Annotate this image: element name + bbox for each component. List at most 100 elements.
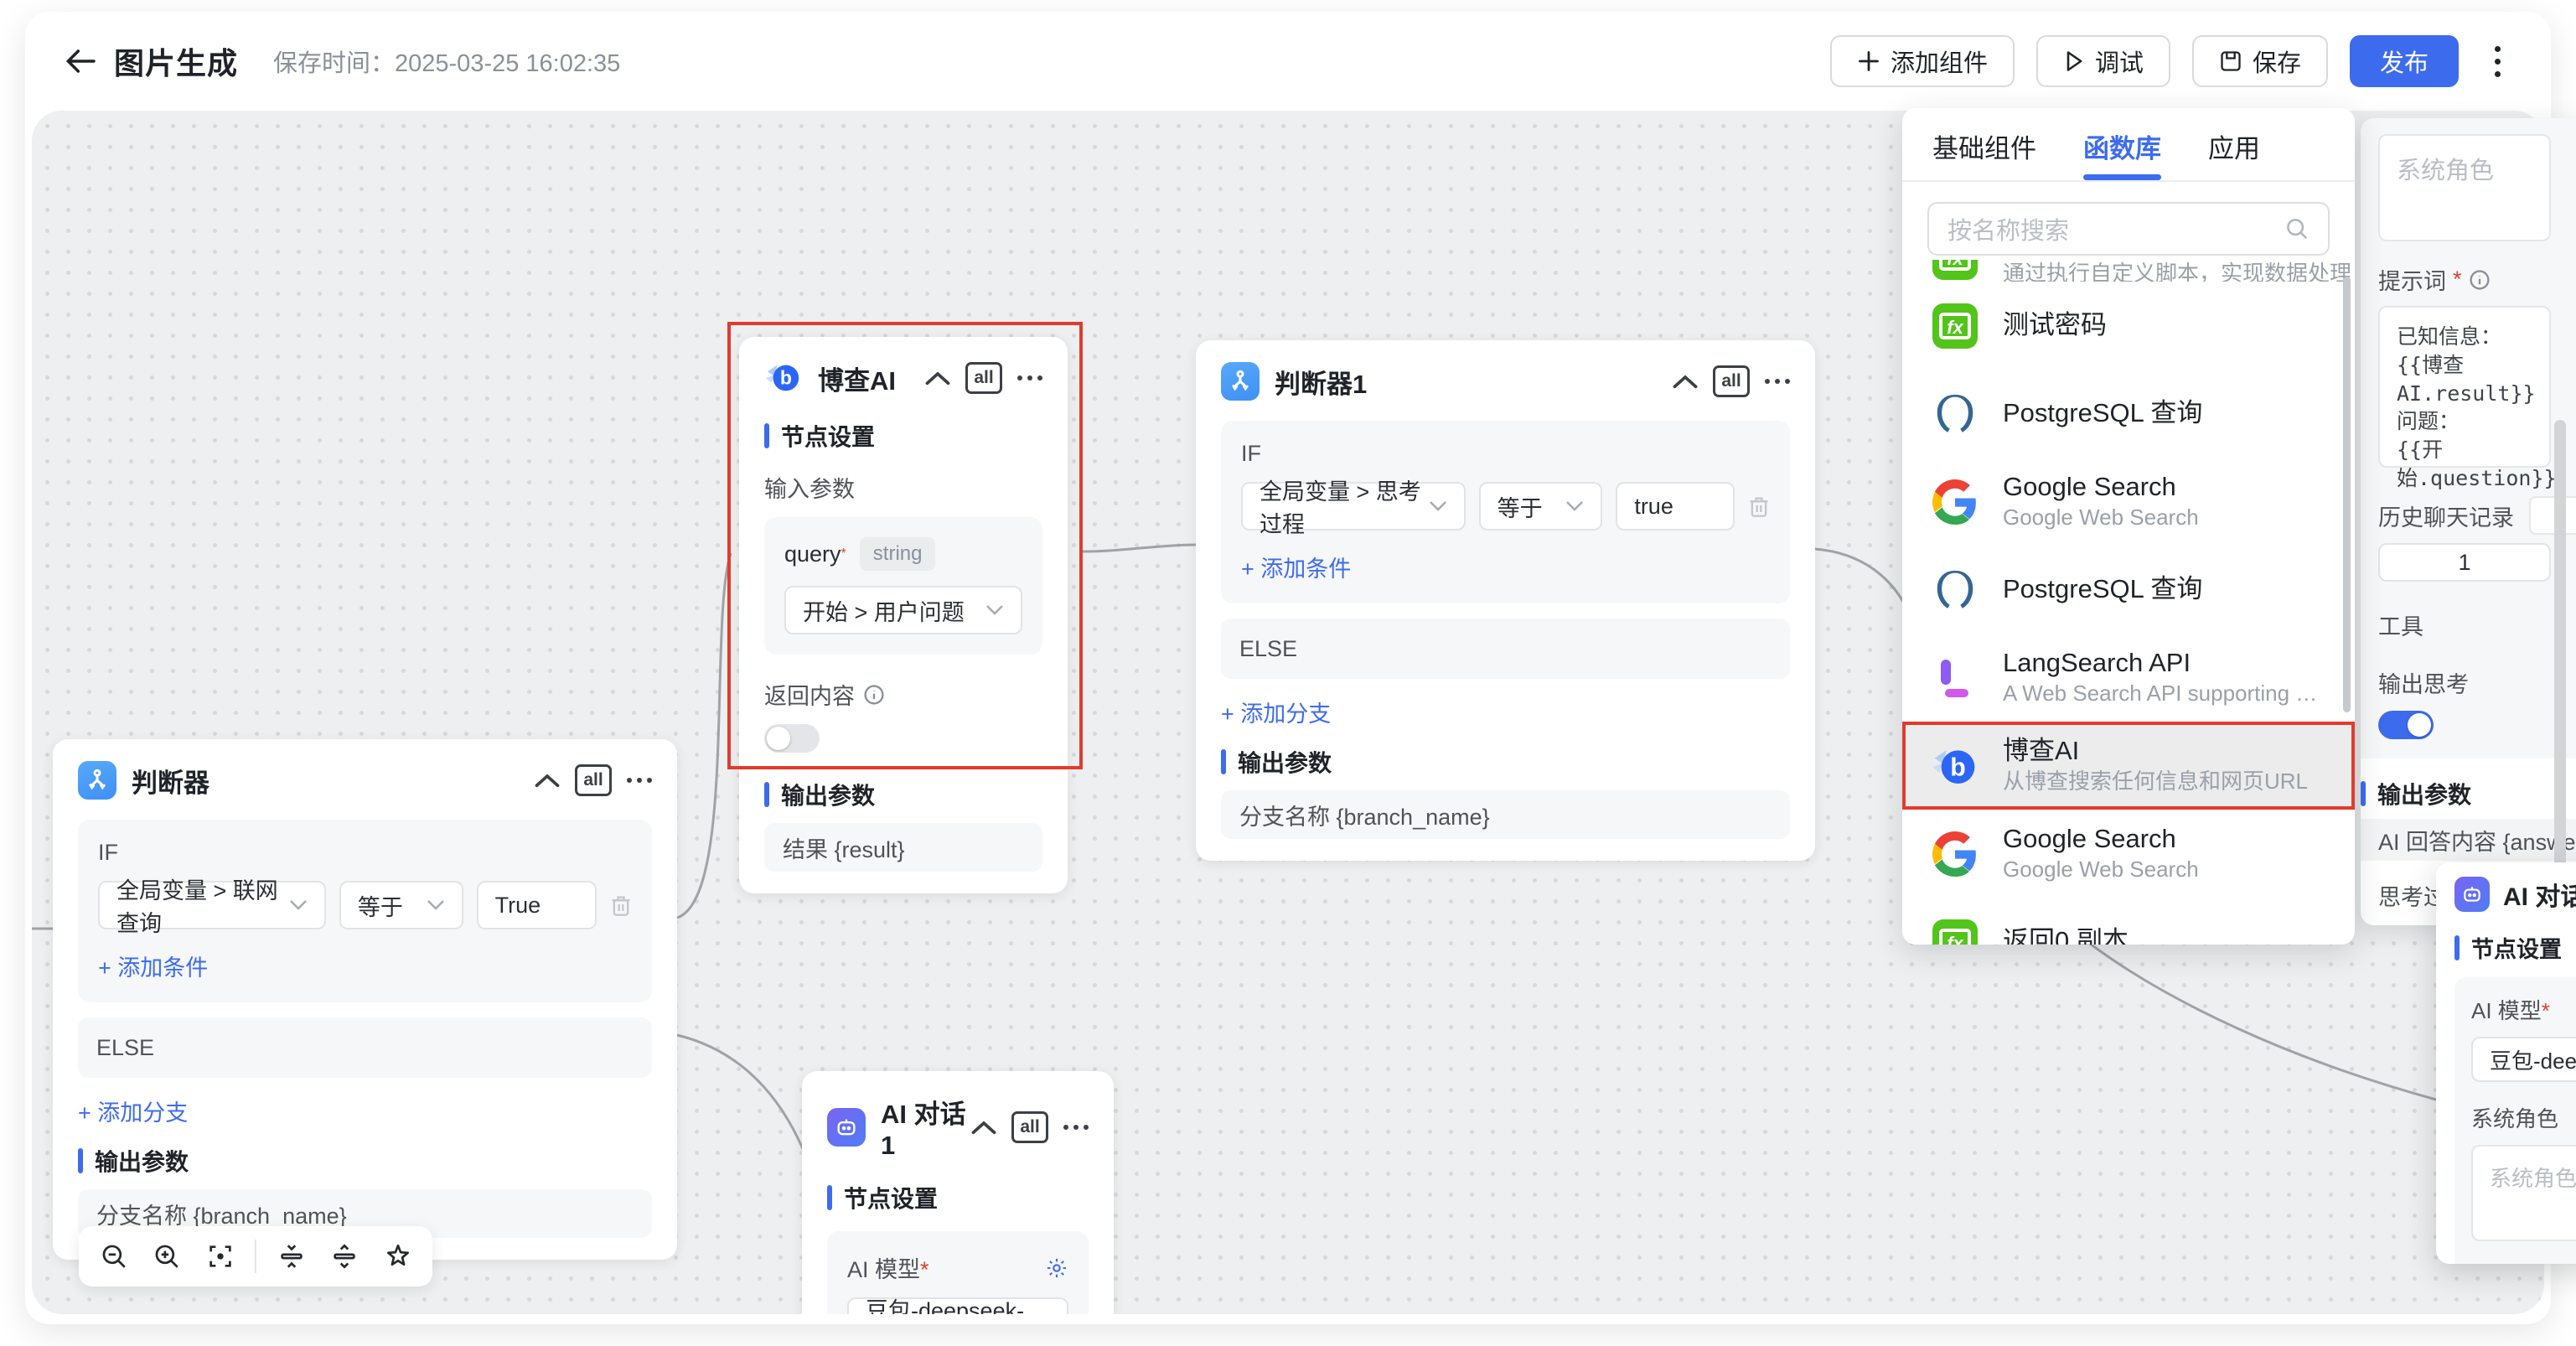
properties-scrollbar[interactable] [2554, 420, 2566, 923]
library-scrollbar[interactable] [2343, 277, 2351, 712]
library-item[interactable]: fx返回0 副本 [1902, 898, 2355, 945]
library-item[interactable]: b博查AI从博查搜索任何信息和网页URL [1902, 722, 2355, 810]
add-branch-link[interactable]: + 添加分支 [78, 1095, 652, 1127]
library-item-title: PostgreSQL 查询 [2003, 397, 2202, 430]
else-branch[interactable]: ELSE [1221, 619, 1790, 679]
run-all-icon[interactable]: all [1713, 365, 1750, 397]
query-type-tag: string [860, 537, 936, 571]
library-item[interactable]: PostgreSQL 查询 [1902, 370, 2355, 458]
else-branch[interactable]: ELSE [78, 1017, 652, 1078]
plus-icon [1857, 49, 1880, 73]
beautify-star-icon[interactable] [380, 1238, 416, 1275]
svg-text:b: b [780, 367, 792, 389]
collapse-nodes-icon[interactable] [273, 1238, 310, 1275]
panel-title: AI 对话 [2503, 876, 2576, 913]
model-settings-gear-icon[interactable] [1045, 1256, 1068, 1280]
save-button[interactable]: 保存 [2192, 35, 2328, 87]
node-bocha[interactable]: b 博查AI all 节点设置 输入参数 query* string 开始 > … [739, 337, 1068, 893]
save-time-text: 保存时间：2025-03-25 16:02:35 [273, 44, 620, 79]
svg-text:fx: fx [1947, 317, 1963, 338]
library-tabs: 基础组件 函数库 应用 [1902, 108, 2355, 180]
fx-green-icon: fx [1931, 302, 1979, 350]
return-content-toggle[interactable] [764, 724, 820, 753]
more-menu-icon[interactable] [2480, 35, 2514, 87]
library-item[interactable]: Google SearchGoogle Web Search [1902, 458, 2355, 546]
tab-applications[interactable]: 应用 [2208, 127, 2260, 180]
answer-output: AI 回答内容 {answer} [2361, 819, 2576, 861]
library-item-title: 博查AI [2003, 735, 2308, 768]
condition-value-input[interactable]: True [477, 881, 597, 929]
query-param-name: query [784, 541, 841, 567]
output-thinking-label: 输出思考 [2378, 666, 2576, 699]
library-search-input[interactable]: 按名称搜索 [1927, 202, 2330, 256]
add-component-button[interactable]: 添加组件 [1830, 35, 2015, 87]
collapse-icon[interactable] [1673, 374, 1698, 389]
add-condition-link[interactable]: + 添加条件 [98, 950, 632, 982]
search-icon [2284, 216, 2310, 241]
node-menu-icon[interactable] [1017, 375, 1042, 381]
node-judge[interactable]: 判断器 all IF 全局变量 > 联网查询 等于 [53, 739, 677, 1260]
zoom-in-icon[interactable] [148, 1238, 185, 1275]
condition-left-select[interactable]: 全局变量 > 联网查询 [98, 881, 326, 929]
node-menu-icon[interactable] [1063, 1125, 1089, 1130]
add-condition-link[interactable]: + 添加条件 [1241, 551, 1770, 583]
app-window: 判断器 all IF 全局变量 > 联网查询 等于 [0, 0, 2576, 1346]
condition-op-select[interactable]: 等于 [339, 881, 463, 929]
info-icon [2469, 269, 2491, 291]
library-item[interactable]: Google SearchGoogle Web Search [1902, 810, 2355, 898]
model-select[interactable]: 豆包-deepseek-r1 [847, 1297, 1068, 1314]
library-item[interactable]: LangSearch APIA Web Search API supportin… [1902, 634, 2355, 722]
return-content-label: 返回内容 [764, 678, 855, 711]
prompt-label: 提示词 [2378, 263, 2446, 296]
prompt-textarea[interactable]: 已知信息：{{博查AI.result}}问题：{{开始.question}} [2378, 306, 2551, 468]
chat-history-stepper[interactable] [2529, 496, 2576, 535]
node-menu-icon[interactable] [627, 778, 652, 783]
collapse-icon[interactable] [971, 1120, 996, 1135]
tab-basic-components[interactable]: 基础组件 [1932, 127, 2036, 180]
run-all-icon[interactable]: all [1011, 1111, 1048, 1143]
node-ai-chat1[interactable]: AI 对话1 all 节点设置 AI 模型* 豆包-deepseek-r1 [802, 1071, 1114, 1314]
info-icon [863, 684, 885, 706]
library-item[interactable]: fx测试密码 [1902, 282, 2355, 370]
condition-value-input[interactable]: true [1616, 482, 1735, 531]
run-all-icon[interactable]: all [575, 764, 612, 796]
output-thinking-toggle[interactable] [2378, 711, 2434, 739]
tab-function-library[interactable]: 函数库 [2083, 127, 2161, 180]
debug-button[interactable]: 调试 [2036, 35, 2170, 87]
library-item-title: 返回0 副本 [2003, 925, 2129, 945]
google-icon [1931, 830, 1979, 878]
delete-condition-icon[interactable] [610, 893, 632, 917]
langsearch-icon [1931, 654, 1979, 702]
ai-chat-node-icon [2454, 877, 2490, 912]
condition-op-select[interactable]: 等于 [1479, 482, 1603, 531]
library-item[interactable]: fx通过执行自定义脚本，实现数据处理 [1902, 260, 2355, 282]
output-params-label: 输出参数 [1238, 745, 1332, 779]
library-list: fx通过执行自定义脚本，实现数据处理fx测试密码PostgreSQL 查询Goo… [1902, 260, 2355, 945]
node-settings-label: 节点设置 [2471, 931, 2562, 964]
condition-left-select[interactable]: 全局变量 > 思考过程 [1241, 482, 1466, 531]
library-item[interactable]: PostgreSQL 查询 [1902, 546, 2355, 634]
system-role-textarea[interactable]: 系统角色 [2471, 1145, 2576, 1241]
collapse-icon[interactable] [925, 370, 950, 386]
run-all-icon[interactable]: all [965, 362, 1002, 394]
expand-nodes-icon[interactable] [326, 1238, 363, 1275]
back-arrow-icon[interactable] [62, 43, 99, 80]
judge-node-icon [1221, 362, 1260, 401]
svg-text:b: b [1950, 753, 1966, 781]
system-role-textarea[interactable]: 系统角色 [2378, 134, 2551, 241]
node-menu-icon[interactable] [1765, 379, 1790, 384]
tools-label: 工具 [2378, 608, 2576, 641]
query-value-select[interactable]: 开始 > 用户问题 [784, 586, 1022, 634]
chat-history-label: 历史聊天记录 [2378, 500, 2514, 532]
library-item-desc: Google Web Search [2003, 856, 2199, 884]
fit-view-icon[interactable] [202, 1238, 239, 1275]
collapse-icon[interactable] [535, 773, 560, 788]
node-judge1[interactable]: 判断器1 all IF 全局变量 > 思考过程 等于 [1196, 340, 1815, 861]
judge-node-icon [78, 761, 116, 800]
add-branch-link[interactable]: + 添加分支 [1221, 696, 1790, 728]
model-select[interactable]: 豆包-dee [2471, 1037, 2576, 1082]
zoom-out-icon[interactable] [96, 1238, 132, 1275]
publish-button[interactable]: 发布 [2350, 35, 2459, 87]
chat-history-input[interactable]: 1 [2378, 543, 2551, 582]
delete-condition-icon[interactable] [1748, 494, 1770, 518]
